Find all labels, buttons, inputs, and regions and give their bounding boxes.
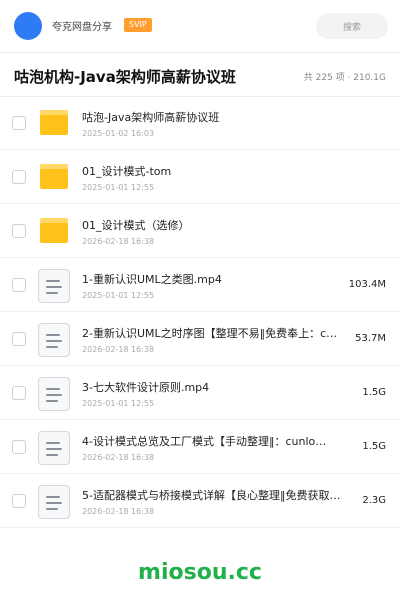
file-size: 1.5G <box>362 441 386 452</box>
document-icon <box>38 431 70 465</box>
file-date: 2025-01-01 12:55 <box>82 399 155 408</box>
folder-icon <box>38 215 70 247</box>
app-header: 夸克网盘分享 SVIP 搜索 <box>0 0 400 52</box>
header-divider <box>0 52 400 53</box>
select-checkbox[interactable] <box>12 494 26 508</box>
file-date: 2026-02-18 16:38 <box>82 507 155 516</box>
file-row[interactable]: 1-重新认识UML之类图.mp4 2025-01-01 12:55 103.4M <box>0 258 400 312</box>
file-name: 4-设计模式总览及工厂模式【手动整理‖：cunlo… <box>82 435 327 448</box>
select-checkbox[interactable] <box>12 278 26 292</box>
document-icon <box>38 377 70 411</box>
document-icon <box>38 485 70 519</box>
select-checkbox[interactable] <box>12 332 26 346</box>
file-row[interactable]: 2-重新认识UML之时序图【整理不易‖免费奉上：c… 2026-02-18 16… <box>0 312 400 366</box>
file-date: 2025-01-01 12:55 <box>82 291 155 300</box>
file-row[interactable]: 01_设计模式-tom 2025-01-01 12:55 <box>0 150 400 204</box>
file-name: 1-重新认识UML之类图.mp4 <box>82 273 222 286</box>
select-checkbox[interactable] <box>12 440 26 454</box>
file-size: 103.4M <box>348 279 386 290</box>
file-name: 咕泡-Java架构师高薪协议班 <box>82 111 220 124</box>
file-date: 2026-02-18 16:38 <box>82 345 155 354</box>
select-checkbox[interactable] <box>12 386 26 400</box>
page-title: 咕泡机构-Java架构师高薪协议班 <box>14 68 236 86</box>
file-list: 咕泡-Java架构师高薪协议班 2025-01-02 16:03 01_设计模式… <box>0 96 400 528</box>
file-size: 2.3G <box>362 495 386 506</box>
file-name: 01_设计模式（选修） <box>82 219 190 232</box>
file-row[interactable]: 咕泡-Java架构师高薪协议班 2025-01-02 16:03 <box>0 96 400 150</box>
select-checkbox[interactable] <box>12 116 26 130</box>
watermark: miosou.cc <box>138 560 262 585</box>
file-row[interactable]: 01_设计模式（选修） 2026-02-18 16:38 <box>0 204 400 258</box>
document-icon <box>38 269 70 303</box>
file-name: 3-七大软件设计原则.mp4 <box>82 381 210 394</box>
file-row[interactable]: 3-七大软件设计原则.mp4 2025-01-01 12:55 1.5G <box>0 366 400 420</box>
select-checkbox[interactable] <box>12 224 26 238</box>
file-date: 2025-01-01 12:55 <box>82 183 155 192</box>
folder-icon <box>38 107 70 139</box>
app-name: 夸克网盘分享 <box>52 22 112 33</box>
search-placeholder: 搜索 <box>342 22 361 33</box>
file-name: 2-重新认识UML之时序图【整理不易‖免费奉上：c… <box>82 327 338 340</box>
file-date: 2025-01-02 16:03 <box>82 129 155 138</box>
file-date: 2026-02-18 16:38 <box>82 237 155 246</box>
select-checkbox[interactable] <box>12 170 26 184</box>
search-input[interactable]: 搜索 <box>316 13 388 39</box>
document-icon <box>38 323 70 357</box>
title-bar: 咕泡机构-Java架构师高薪协议班 共 225 项 · 210.1G <box>0 56 400 94</box>
folder-icon <box>38 161 70 193</box>
file-date: 2026-02-18 16:38 <box>82 453 155 462</box>
file-summary: 共 225 项 · 210.1G <box>303 73 386 83</box>
svip-badge: SVIP <box>124 18 152 32</box>
file-size: 1.5G <box>362 387 386 398</box>
file-name: 5-适配器模式与桥接模式详解【良心整理‖免费获取：… <box>82 489 344 502</box>
file-name: 01_设计模式-tom <box>82 165 172 178</box>
avatar[interactable] <box>14 12 42 40</box>
file-row[interactable]: 5-适配器模式与桥接模式详解【良心整理‖免费获取：… 2026-02-18 16… <box>0 474 400 528</box>
file-size: 53.7M <box>355 333 386 344</box>
file-row[interactable]: 4-设计模式总览及工厂模式【手动整理‖：cunlo… 2026-02-18 16… <box>0 420 400 474</box>
